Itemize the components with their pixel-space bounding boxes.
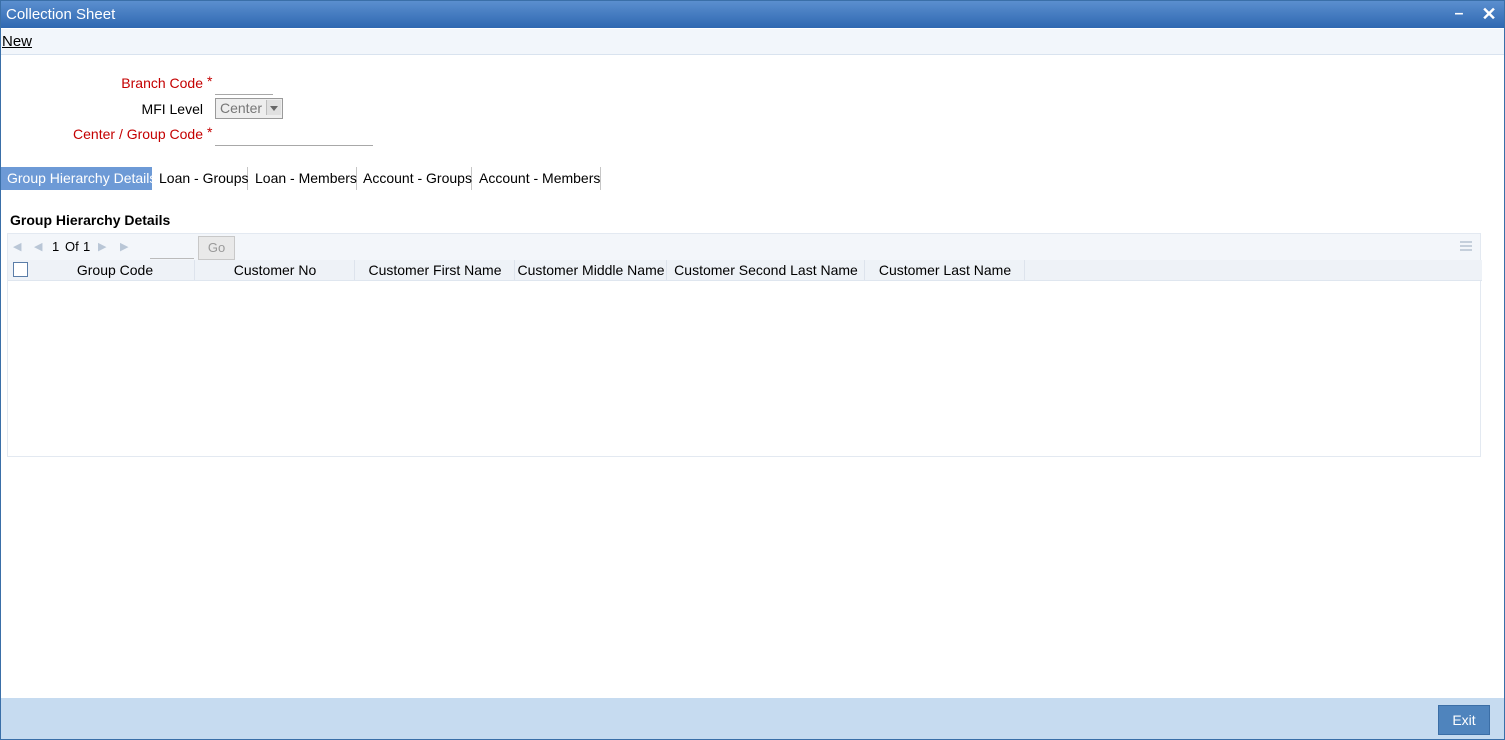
- branch-code-input[interactable]: [215, 74, 273, 95]
- column-customer-first-name[interactable]: Customer First Name: [356, 260, 515, 280]
- section-title: Group Hierarchy Details: [10, 212, 171, 228]
- branch-code-label-text: Branch Code: [121, 75, 203, 91]
- pager-current: 1: [52, 239, 60, 254]
- mfi-level-label: MFI Level: [141, 101, 203, 117]
- table-header: Group Code Customer No Customer First Na…: [8, 260, 1482, 281]
- select-all-checkbox[interactable]: [13, 262, 28, 277]
- close-icon[interactable]: ✕: [1479, 4, 1499, 24]
- go-button[interactable]: Go: [198, 236, 235, 260]
- column-customer-second-last-name[interactable]: Customer Second Last Name: [668, 260, 865, 280]
- previous-page-icon[interactable]: ◀: [34, 241, 46, 253]
- menu-bar: New: [1, 29, 1504, 55]
- center-group-code-label: Center / Group Code: [41, 126, 203, 142]
- center-group-code-required-mark: *: [207, 124, 213, 140]
- last-page-icon[interactable]: ▶: [120, 241, 132, 253]
- new-link[interactable]: New: [2, 33, 32, 50]
- column-group-code[interactable]: Group Code: [36, 260, 195, 280]
- tab-group-hierarchy-details[interactable]: Group Hierarchy Details: [1, 167, 156, 190]
- collection-sheet-window: Collection Sheet – ✕ New Branch Code * M…: [0, 0, 1505, 740]
- minimize-icon[interactable]: –: [1449, 4, 1469, 24]
- tab-account-groups[interactable]: Account - Groups: [357, 167, 472, 190]
- group-hierarchy-grid: ◀​ ◀ 1 Of 1 ▶ ▶ Go Group Code Customer N…: [7, 233, 1482, 457]
- exit-button[interactable]: Exit: [1438, 705, 1490, 735]
- window-title: Collection Sheet: [6, 6, 116, 23]
- column-customer-middle-name[interactable]: Customer Middle Name: [516, 260, 667, 280]
- title-bar: Collection Sheet – ✕: [1, 1, 1504, 28]
- mfi-level-select[interactable]: Center: [215, 98, 283, 119]
- chevron-down-icon[interactable]: [266, 100, 281, 115]
- next-page-icon[interactable]: ▶: [98, 241, 110, 253]
- tab-loan-groups[interactable]: Loan - Groups: [153, 167, 249, 190]
- center-group-code-input[interactable]: [215, 125, 373, 146]
- tab-account-members[interactable]: Account - Members: [473, 167, 601, 190]
- footer-bar: Exit: [1, 698, 1504, 739]
- pager: ◀​ ◀ 1 Of 1 ▶ ▶ Go: [8, 234, 1480, 260]
- mfi-level-value: Center: [220, 100, 263, 116]
- branch-code-label: Branch Code: [41, 75, 203, 91]
- grid-menu-icon[interactable]: [1460, 241, 1472, 253]
- first-page-icon[interactable]: ◀​: [13, 241, 25, 253]
- pager-of-label: Of: [65, 239, 79, 254]
- column-customer-last-name[interactable]: Customer Last Name: [866, 260, 1025, 280]
- center-group-code-label-text: Center / Group Code: [73, 126, 203, 142]
- tab-loan-members[interactable]: Loan - Members: [249, 167, 357, 190]
- page-number-input[interactable]: [150, 238, 194, 259]
- pager-total: 1: [83, 239, 91, 254]
- branch-code-required-mark: *: [207, 73, 213, 89]
- column-customer-no[interactable]: Customer No: [196, 260, 355, 280]
